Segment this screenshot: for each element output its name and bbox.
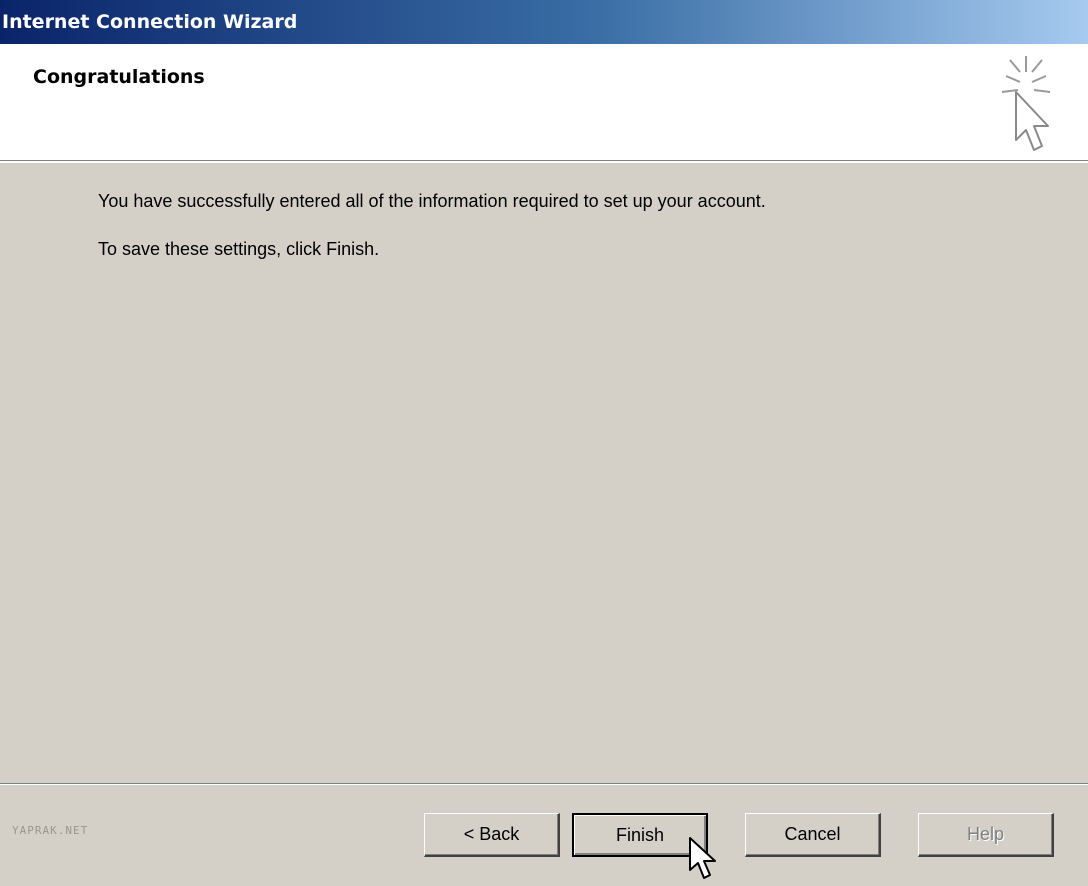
page-title: Congratulations <box>33 66 205 88</box>
wizard-window: Internet Connection Wizard Congratulatio… <box>0 0 1088 886</box>
window-title: Internet Connection Wizard <box>2 11 298 33</box>
back-button[interactable]: < Back <box>424 813 560 857</box>
wizard-content: You have successfully entered all of the… <box>0 163 1088 783</box>
mouse-pointer-icon <box>689 837 716 879</box>
title-bar[interactable]: Internet Connection Wizard <box>0 0 1088 44</box>
wizard-header: Congratulations <box>0 44 1088 161</box>
cancel-button[interactable]: Cancel <box>745 813 881 857</box>
help-button[interactable]: Help <box>918 813 1054 857</box>
wizard-cursor-sparkle-icon <box>1001 56 1051 151</box>
brand-watermark: YAPRAK.NET <box>12 824 89 837</box>
success-message: You have successfully entered all of the… <box>98 191 766 211</box>
instruction-message: To save these settings, click Finish. <box>98 239 380 259</box>
footer-divider <box>0 783 1088 785</box>
